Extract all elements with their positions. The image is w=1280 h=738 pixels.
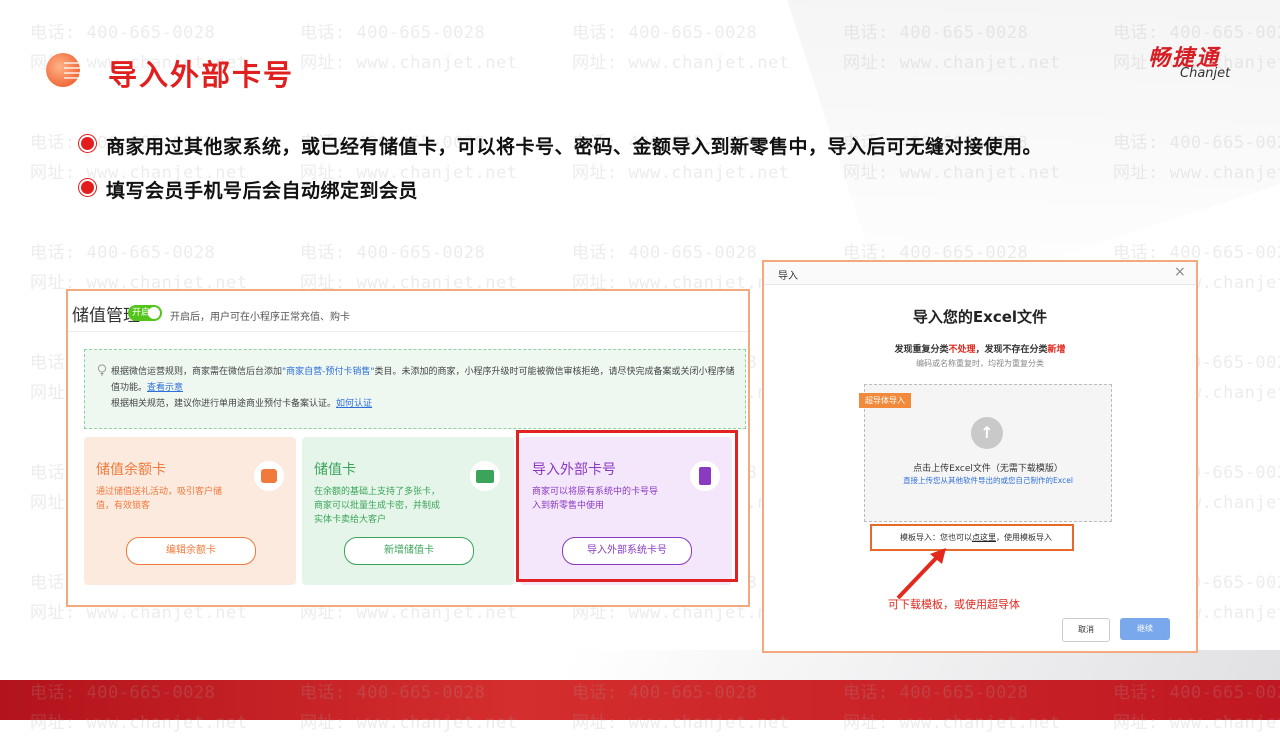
rule-highlight: 不处理 [948,345,976,355]
brand-logo-en: Chanjet [1180,66,1231,81]
template-download-link[interactable]: 点这里 [972,533,996,542]
dialog-header [764,262,1196,285]
annotation-note: 可下载模板，或使用超导体 [888,598,1020,611]
page-title: 导入外部卡号 [108,58,295,92]
notice-part3: 根据相关规范，建议你进行单用途商业预付卡备案认证。 [111,399,337,409]
watermark-text: 电话: 400-665-0028 网址: www.chanjet.net [300,23,518,73]
highlight-box [516,430,738,582]
card-title: 储值余额卡 [96,462,166,478]
close-icon[interactable]: × [1174,264,1186,280]
bullet-text-1: 商家用过其他家系统，或已经有储值卡，可以将卡号、密码、金额导入到新零售中，导入后… [106,136,1043,158]
card-desc: 在余额的基础上支持了多张卡，商家可以批量生成卡密，并制成实体卡卖给大客户 [314,487,441,525]
rule-highlight: 新增 [1047,345,1066,355]
add-stored-card-button[interactable]: 新增储值卡 [344,537,474,565]
edit-balance-card-button[interactable]: 编辑余额卡 [126,537,256,565]
template-text: ，使用模板导入 [996,533,1052,542]
balance-card-panel: 储值余额卡 通过储值送礼活动，吸引客户储值，有效锁客 编辑余额卡 [84,437,296,585]
bullet-text-2: 填写会员手机号后会自动绑定到会员 [106,180,419,202]
watermark-text: 电话: 400-665-0028 网址: www.chanjet.net [572,23,790,73]
wechat-notice: 根据微信运营规则，商家需在微信后台添加"商家自营-预付卡销售"类目。未添加的商家… [84,349,746,429]
card-title: 储值卡 [314,462,356,478]
duplicate-rule-note: 编码或名称重复时，均视为重复分类 [916,359,1044,368]
template-text: 模板导入：您也可以 [900,533,972,542]
title-lines-icon [64,62,90,79]
upload-text: 点击上传Excel文件（无需下载模版） [913,464,1063,474]
toggle-hint: 开启后，用户可在小程序正常充值、购卡 [170,312,350,323]
notice-part1: 根据微信运营规则，商家需在微信后台添加 [111,367,283,377]
notice-category-link[interactable]: "商家自营-预付卡销售" [282,367,375,377]
dialog-title: 导入您的Excel文件 [912,308,1048,326]
view-example-link[interactable]: 查看示意 [147,383,183,393]
footer-red-band [0,680,1280,720]
enable-toggle[interactable]: 开启 [128,305,162,321]
import-dialog: 导入 × 导入您的Excel文件 发现重复分类不处理，发现不存在分类新增 编码或… [762,260,1198,653]
duplicate-rule: 发现重复分类不处理，发现不存在分类新增 [764,342,1196,355]
card-icon [470,461,500,491]
cancel-button[interactable]: 取消 [1062,618,1110,642]
card-desc: 通过储值送礼活动，吸引客户储值，有效锁客 [96,487,223,511]
dialog-header-title: 导入 [778,271,798,282]
gift-icon [254,461,284,491]
continue-button[interactable]: 继续 [1120,618,1170,640]
superconductor-tag: 超导体导入 [859,393,911,408]
notice-text: 根据微信运营规则，商家需在微信后台添加"商家自营-预付卡销售"类目。未添加的商家… [111,364,741,412]
how-to-certify-link[interactable]: 如何认证 [336,399,372,409]
stored-value-screenshot: 储值管理 开启 开启后，用户可在小程序正常充值、购卡 根据微信运营规则，商家需在… [66,289,750,607]
upload-icon: ↑ [971,417,1003,449]
stored-card-panel: 储值卡 在余额的基础上支持了多张卡，商家可以批量生成卡密，并制成实体卡卖给大客户… [302,437,514,585]
upload-subtext: 直接上传您从其他软件导出的或您自己制作的Excel [903,476,1073,485]
upload-dropzone[interactable]: 超导体导入 ↑ 点击上传Excel文件（无需下载模版） 直接上传您从其他软件导出… [859,384,1112,522]
rule-text: ，发现不存在分类 [975,345,1048,355]
bullet-dot [81,137,94,150]
toggle-label: 开启 [132,308,151,318]
rule-text: 发现重复分类 [894,345,949,355]
lightbulb-icon [97,364,107,376]
bullet-dot [81,181,94,194]
